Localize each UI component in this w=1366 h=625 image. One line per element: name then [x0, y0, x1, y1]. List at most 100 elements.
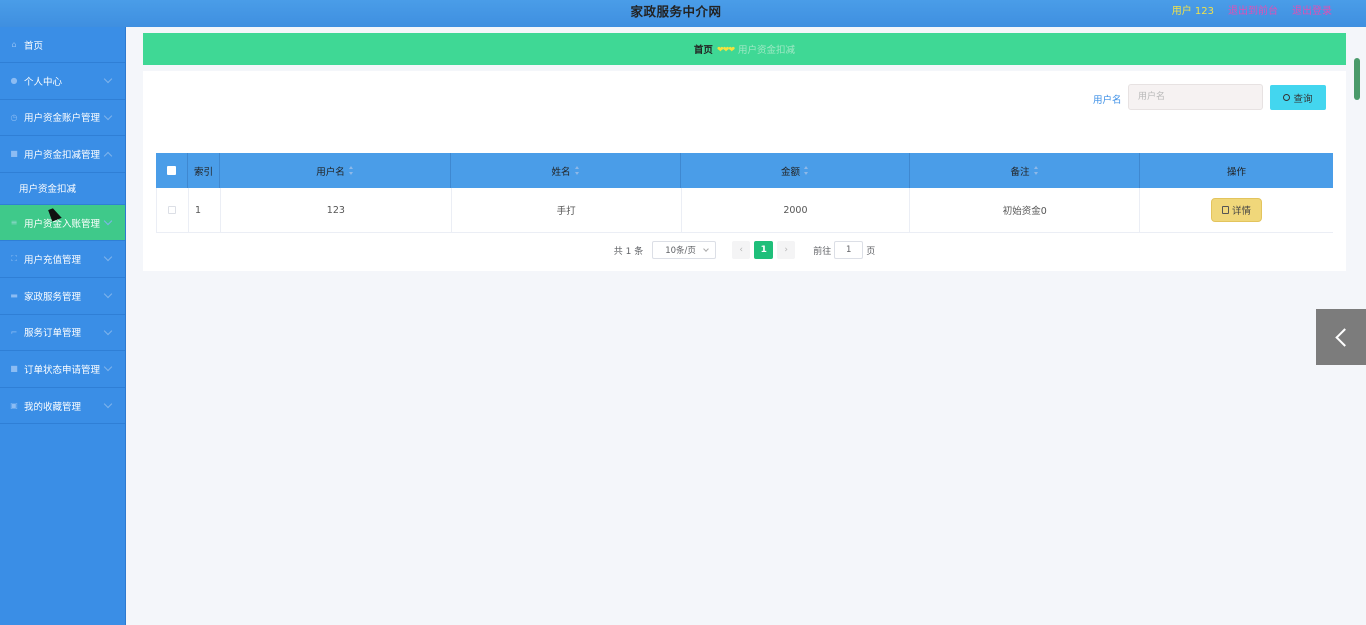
data-table: 索引 用户名 姓名 金额 备注 操作 1 123 手打 2000 初始资金0 详…: [156, 153, 1333, 233]
select-all-checkbox[interactable]: [167, 166, 176, 175]
chevron-down-icon: [103, 253, 113, 262]
sidebar-item-label: 用户充值管理: [24, 255, 82, 267]
top-links: 用户 123 退出到前台 退出登录: [1172, 2, 1332, 17]
table-header: 索引 用户名 姓名 金额 备注 操作: [156, 153, 1333, 188]
chevron-down-icon: [103, 362, 113, 372]
detail-button-label: 详情: [1232, 206, 1252, 217]
sidebar-item-label: 家政服务管理: [24, 291, 82, 303]
sidebar-subitem-label: 用户资金扣减: [19, 184, 77, 196]
sort-icon[interactable]: [804, 166, 809, 175]
sidebar-item-fund-deduction[interactable]: ■ 用户资金扣减管理: [0, 136, 125, 173]
pagination: 共 1 条 10条/页 ‹ 1 › 前往 页: [143, 241, 1346, 259]
breadcrumb: 首页 ❤❤❤ 用户资金扣减: [143, 33, 1346, 65]
goto-label: 前往: [813, 246, 832, 257]
search-button[interactable]: 查询: [1270, 85, 1326, 110]
cell-actions: 详情: [1140, 188, 1333, 232]
column-header-name[interactable]: 姓名: [451, 153, 681, 188]
sidebar-item-label: 个人中心: [24, 76, 63, 88]
cell-username: 123: [221, 188, 452, 232]
page-number-button[interactable]: 1: [754, 241, 774, 259]
logout-link[interactable]: 退出登录: [1292, 2, 1332, 17]
sidebar-item-service-orders[interactable]: ⌐ 服务订单管理: [0, 315, 125, 352]
site-title: 家政服务中介网: [630, 4, 722, 19]
column-header-index: 索引: [188, 153, 220, 188]
sidebar-item-label: 我的收藏管理: [24, 401, 82, 413]
goto-page-input[interactable]: [834, 241, 864, 259]
search-icon: [1283, 94, 1291, 101]
sidebar-item-fund-account[interactable]: ◷ 用户资金账户管理: [0, 100, 125, 137]
chevron-down-icon: [103, 326, 113, 335]
bag-icon: ■: [10, 364, 18, 374]
detail-button[interactable]: 详情: [1211, 198, 1263, 222]
document-icon: [1222, 206, 1230, 214]
prev-page-button[interactable]: ‹: [732, 241, 751, 259]
list-icon: ≡: [10, 218, 18, 228]
row-select-cell: [157, 188, 189, 232]
pagination-total: 共 1 条: [613, 246, 644, 257]
cell-name: 手打: [452, 188, 682, 232]
scrollbar-thumb[interactable]: [1354, 58, 1360, 100]
sidebar-item-label: 订单状态申请管理: [24, 364, 101, 376]
next-page-button[interactable]: ›: [777, 241, 796, 259]
home-icon: ⌂: [11, 40, 17, 49]
expand-icon: ⛶: [11, 254, 17, 264]
column-header-amount[interactable]: 金额: [681, 153, 910, 188]
sidebar-item-label: 用户资金账户管理: [24, 113, 101, 125]
table-row: 1 123 手打 2000 初始资金0 详情: [156, 188, 1333, 233]
column-header-label: 索引: [194, 166, 214, 178]
search-input[interactable]: [1128, 84, 1263, 110]
sidebar-item-order-status[interactable]: ■ 订单状态申请管理: [0, 351, 125, 388]
chevron-down-icon: [103, 216, 113, 226]
chevron-up-icon: [103, 151, 113, 161]
sidebar-item-label: 首页: [24, 40, 44, 52]
back-to-frontend-link[interactable]: 退出到前台: [1228, 2, 1278, 17]
breadcrumb-home[interactable]: 首页: [694, 42, 713, 56]
column-header-actions: 操作: [1140, 153, 1333, 188]
page-size-select[interactable]: 10条/页: [652, 241, 717, 259]
column-header-label: 用户名: [316, 166, 345, 178]
column-header-note[interactable]: 备注: [910, 153, 1140, 188]
sidebar-item-label: 服务订单管理: [24, 328, 82, 340]
sort-icon[interactable]: [574, 166, 580, 175]
row-checkbox[interactable]: [168, 206, 177, 214]
column-header-username[interactable]: 用户名: [220, 153, 451, 188]
sidebar-item-housekeeping[interactable]: ▬ 家政服务管理: [0, 278, 125, 315]
chevron-left-icon: [1334, 327, 1354, 347]
crop-icon: ⌐: [10, 327, 18, 337]
cell-amount: 2000: [682, 188, 911, 232]
top-header: 家政服务中介网 用户 123 退出到前台 退出登录: [0, 0, 1366, 27]
sidebar: ⌂ 首页 ● 个人中心 ◷ 用户资金账户管理 ■ 用户资金扣减管理 用户资金扣减…: [0, 27, 126, 625]
search-button-label: 查询: [1293, 93, 1313, 105]
sidebar-item-home[interactable]: ⌂ 首页: [0, 27, 125, 63]
column-header-label: 备注: [1010, 166, 1030, 178]
column-header-label: 操作: [1226, 166, 1246, 178]
current-user-label: 用户 123: [1171, 6, 1214, 17]
clock-icon: ◷: [10, 112, 18, 122]
sidebar-item-fund-income[interactable]: ≡ 用户资金入账管理: [0, 204, 125, 242]
select-all-cell: [156, 153, 188, 188]
content-panel: 用户名 查询 索引 用户名 姓名 金额 备注 操作 1 123 手打 2000 …: [143, 71, 1346, 271]
column-header-label: 姓名: [551, 166, 571, 178]
user-icon: ●: [10, 76, 18, 86]
chevron-down-icon: [103, 399, 113, 408]
chevron-down-icon: [103, 74, 113, 84]
breadcrumb-current: 用户资金扣减: [738, 45, 796, 56]
chat-icon: ■: [10, 149, 18, 159]
sort-icon[interactable]: [1033, 166, 1039, 175]
column-header-label: 金额: [780, 166, 800, 178]
sidebar-item-profile[interactable]: ● 个人中心: [0, 63, 125, 100]
chevron-down-icon: [103, 111, 113, 120]
chevron-down-icon: [103, 289, 113, 299]
sidebar-subitem-fund-deduction[interactable]: 用户资金扣减: [0, 172, 125, 205]
cell-index: 1: [189, 188, 221, 232]
sidebar-item-recharge[interactable]: ⛶ 用户充值管理: [0, 241, 125, 278]
search-label: 用户名: [1093, 95, 1122, 106]
heart-icon: ❤❤❤: [716, 44, 735, 54]
page-suffix-label: 页: [866, 246, 876, 257]
sidebar-item-label: 用户资金扣减管理: [24, 149, 101, 161]
collapse-panel-button[interactable]: [1316, 309, 1366, 365]
table-body: 1 123 手打 2000 初始资金0 详情: [156, 188, 1333, 233]
sort-icon[interactable]: [348, 166, 354, 175]
sidebar-item-favorites[interactable]: ▣ 我的收藏管理: [0, 388, 125, 425]
box-icon: ▣: [10, 401, 18, 411]
